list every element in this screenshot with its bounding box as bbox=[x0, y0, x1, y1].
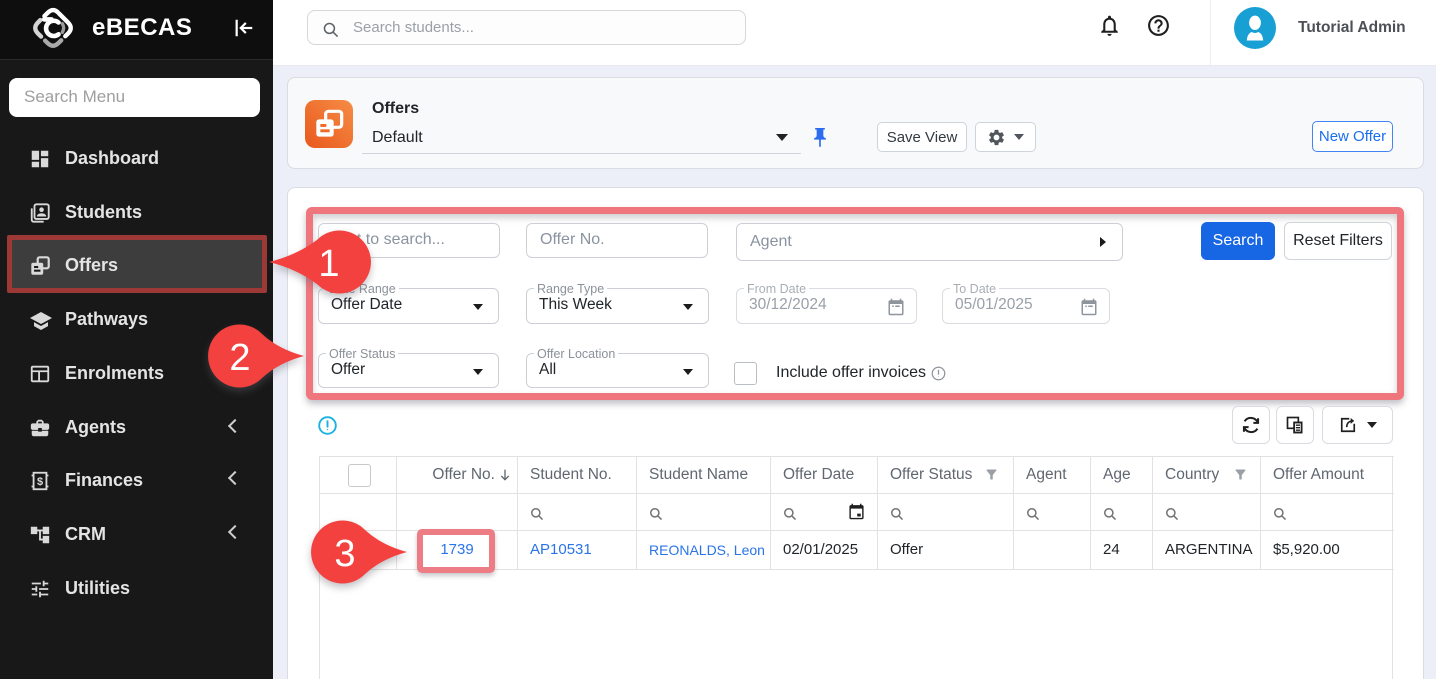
svg-text:$: $ bbox=[37, 476, 43, 488]
svg-text:2: 2 bbox=[229, 337, 250, 379]
svg-text:1: 1 bbox=[318, 243, 339, 285]
svg-text:3: 3 bbox=[334, 533, 355, 575]
